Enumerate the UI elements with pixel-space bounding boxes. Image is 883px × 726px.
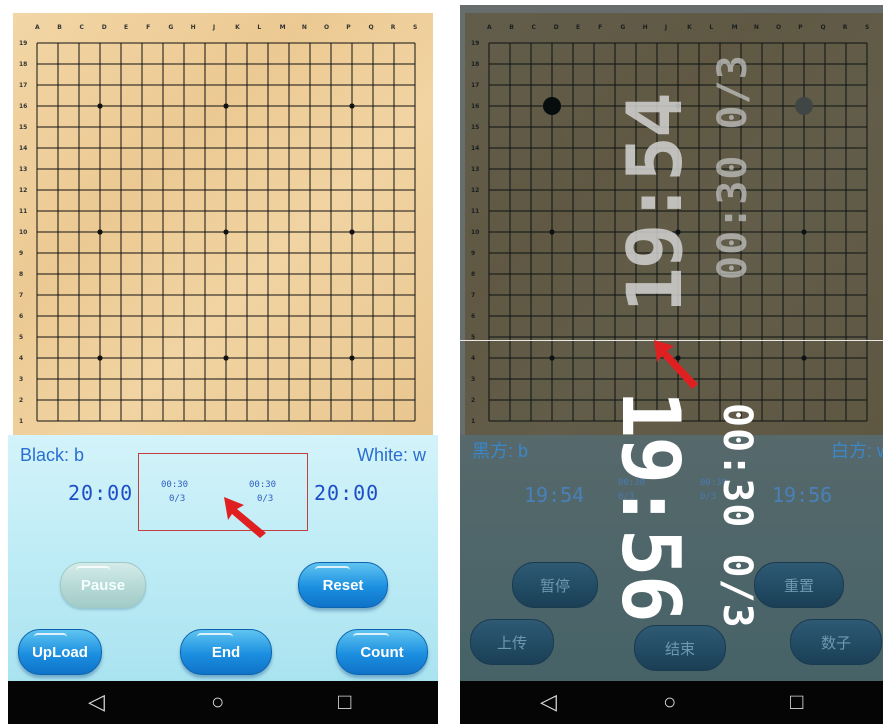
- star-point: [97, 229, 103, 235]
- column-label: Q: [369, 24, 374, 31]
- pause-button-cn[interactable]: 暂停: [512, 562, 598, 608]
- column-label: S: [413, 24, 417, 31]
- column-label: H: [191, 24, 196, 31]
- overlay-player-byoyomi: 00:30 0/3: [714, 403, 760, 629]
- home-icon[interactable]: ○: [663, 689, 676, 715]
- black-main-time-dark: 19:54: [524, 483, 585, 507]
- black-main-time: 20:00: [68, 481, 134, 505]
- column-label: R: [391, 24, 396, 31]
- row-label: 6: [19, 313, 23, 320]
- row-label: 2: [19, 397, 23, 404]
- column-label: J: [212, 24, 215, 31]
- column-label: B: [57, 24, 62, 31]
- row-label: 12: [19, 187, 27, 194]
- row-label: 10: [19, 229, 27, 236]
- row-label: 16: [19, 103, 27, 110]
- column-label: L: [257, 24, 261, 31]
- column-label: C: [79, 24, 84, 31]
- reset-button[interactable]: Reset: [298, 562, 388, 608]
- black-byoyomi-time: 00:30: [161, 480, 189, 490]
- back-icon[interactable]: ◁: [88, 689, 105, 715]
- overlay-opponent-time: 19:54: [610, 94, 699, 313]
- phone-screen-right: ABCDEFGHJKLMNOPQRS1918171615141312111098…: [460, 5, 883, 724]
- count-button-cn[interactable]: 数子: [790, 619, 882, 665]
- row-label: 1: [19, 418, 23, 425]
- row-label: 4: [19, 355, 23, 362]
- black-player-label: Black: b: [20, 445, 85, 465]
- go-board[interactable]: A B C D E F G H J K L M N O P Q R S 19 18 17 16 15 14 13 12 11 10 9 8…: [13, 13, 433, 438]
- row-label: 18: [19, 61, 27, 68]
- row-label: 14: [19, 145, 27, 152]
- recent-apps-icon[interactable]: □: [338, 689, 351, 715]
- row-label: 19: [19, 40, 27, 47]
- reset-button-cn[interactable]: 重置: [754, 562, 844, 608]
- row-label: 8: [19, 271, 23, 278]
- pause-button[interactable]: Pause: [60, 562, 146, 608]
- row-label: 5: [19, 334, 23, 341]
- board-grid[interactable]: A B C D E F G H J K L M N O P Q R S1918171615141312111098…: [13, 13, 433, 438]
- column-label: N: [302, 24, 307, 31]
- end-button[interactable]: End: [180, 629, 272, 675]
- column-label: G: [168, 24, 173, 31]
- red-arrow-annotation: [224, 497, 266, 538]
- android-nav-bar: ◁ ○ □: [8, 681, 438, 724]
- upload-button[interactable]: UpLoad: [18, 629, 102, 675]
- row-label: 9: [19, 250, 23, 257]
- column-label: K: [235, 24, 240, 31]
- column-label: F: [146, 24, 150, 31]
- row-label: 11: [19, 208, 27, 215]
- red-arrow-annotation: [654, 340, 698, 389]
- white-main-time-dark: 19:56: [772, 483, 833, 507]
- row-label: 15: [19, 124, 27, 131]
- black-player-label-cn: 黑方: b: [472, 441, 529, 461]
- overlay-player-time: 19:56: [604, 390, 697, 621]
- upload-button-cn[interactable]: 上传: [470, 619, 554, 665]
- column-label: D: [102, 24, 107, 31]
- star-point: [97, 355, 103, 361]
- column-label: P: [346, 24, 351, 31]
- end-button-cn[interactable]: 结束: [634, 625, 726, 671]
- home-icon[interactable]: ○: [211, 689, 224, 715]
- star-point: [349, 229, 355, 235]
- row-label: 7: [19, 292, 23, 299]
- go-board-area: A B C D E F G H J K L M N O P Q R S 19 18 17 16 15 14 13 12 11 10 9 8…: [8, 5, 438, 438]
- white-byoyomi-time: 00:30: [249, 480, 277, 490]
- recent-apps-icon[interactable]: □: [790, 689, 803, 715]
- star-point: [97, 103, 103, 109]
- white-player-label: White: w: [356, 445, 426, 465]
- star-point: [349, 355, 355, 361]
- android-nav-bar: ◁ ○ □: [460, 681, 883, 724]
- count-button[interactable]: Count: [336, 629, 428, 675]
- column-label: M: [280, 24, 286, 31]
- white-main-time: 20:00: [314, 481, 380, 505]
- star-point: [223, 355, 229, 361]
- star-point: [223, 229, 229, 235]
- phone-screen-left: A B C D E F G H J K L M N O P Q R S 19 18 17 16 15 14 13 12 11 10 9 8…: [8, 5, 438, 724]
- row-label: 3: [19, 376, 23, 383]
- control-panel: Black: b White: w 20:00 20:00 00:30 0/3 …: [8, 435, 438, 683]
- column-label: O: [324, 24, 329, 31]
- star-point: [223, 103, 229, 109]
- black-byoyomi-count: 0/3: [169, 494, 186, 504]
- back-icon[interactable]: ◁: [540, 689, 557, 715]
- row-label: 17: [19, 82, 27, 89]
- white-player-label-cn: 白方: w: [830, 441, 883, 461]
- column-label: A: [35, 24, 40, 31]
- star-point: [349, 103, 355, 109]
- row-label: 13: [19, 166, 27, 173]
- overlay-opponent-byoyomi: 00:30 0/3: [710, 54, 756, 280]
- column-label: E: [124, 24, 128, 31]
